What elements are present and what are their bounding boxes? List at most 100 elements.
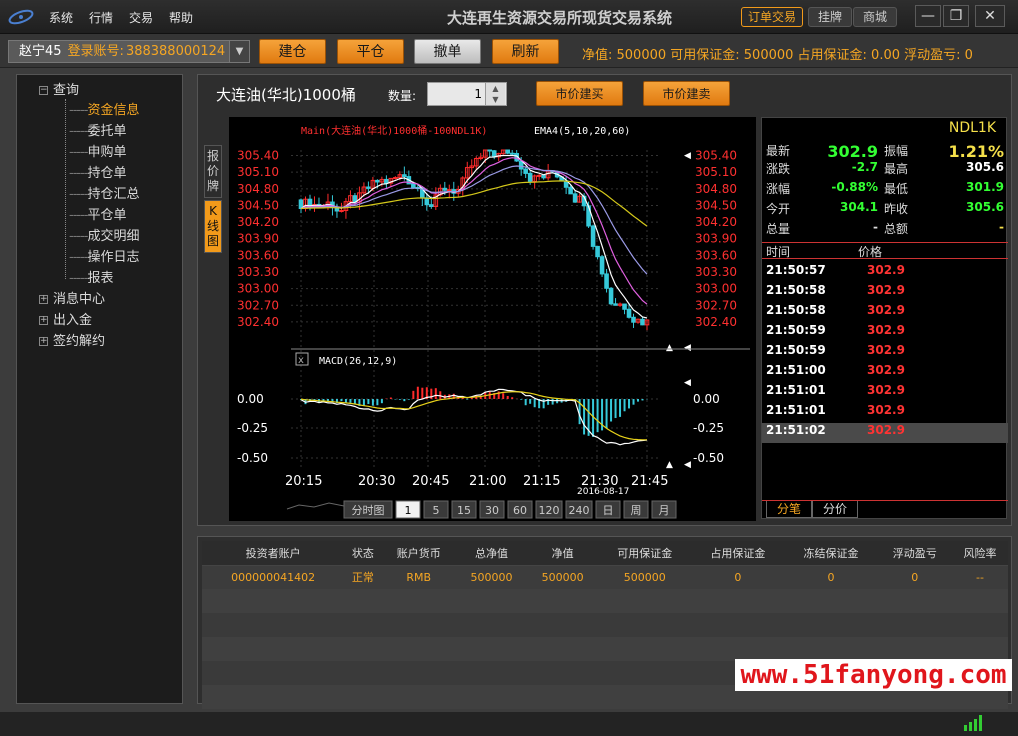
empty-cell <box>202 637 345 661</box>
y-tick-label: 302.70 <box>237 298 279 312</box>
tree-label-query: 查询 <box>53 83 80 98</box>
tick-row[interactable]: 21:50:59 302.9 <box>762 343 1008 363</box>
quote-label: 涨幅 <box>766 182 791 196</box>
table-cell: -- <box>952 565 1008 589</box>
product-title: 大连油(华北)1000桶 <box>216 86 356 104</box>
table-cell: 0 <box>784 565 878 589</box>
column-header[interactable]: 可用保证金 <box>598 541 692 566</box>
account-select[interactable]: 赵宁45 登录账号: 388388000124 ▼ <box>8 40 250 63</box>
market-buy-button[interactable]: 市价建买 <box>536 81 623 106</box>
candle-body <box>541 174 546 179</box>
tick-row[interactable]: 21:50:58 302.9 <box>762 283 1008 303</box>
tab-mall[interactable]: 商城 <box>853 7 897 27</box>
tick-row[interactable]: 21:50:57 302.9 <box>762 263 1008 283</box>
expand-icon[interactable]: + <box>39 337 48 346</box>
cancel-order-button[interactable]: 撤单 <box>414 39 481 64</box>
tick-row[interactable]: 21:50:58 302.9 <box>762 303 1008 323</box>
tree-item-closed[interactable]: -----平仓单 <box>69 204 126 223</box>
tree-node-messages[interactable]: + 消息中心 <box>39 288 105 307</box>
tree-item-op-log[interactable]: -----操作日志 <box>69 246 139 265</box>
quote-value: - <box>999 220 1004 234</box>
empty-cell <box>598 613 692 637</box>
tree-item-purchase[interactable]: -----申购单 <box>69 141 126 160</box>
menu-help[interactable]: 帮助 <box>169 9 193 26</box>
tick-row[interactable]: 21:50:59 302.9 <box>762 323 1008 343</box>
menu-trade[interactable]: 交易 <box>129 9 153 26</box>
candle-body <box>536 174 542 177</box>
column-header[interactable]: 风险率 <box>952 541 1008 566</box>
empty-row <box>202 613 1008 637</box>
empty-cell <box>455 637 528 661</box>
tree-item-report[interactable]: -----报表 <box>69 267 113 286</box>
close-position-button[interactable]: 平仓 <box>337 39 404 64</box>
close-icon[interactable]: ✕ <box>975 5 1005 27</box>
tab-quote-board[interactable]: 报价牌 <box>204 145 222 198</box>
tree-node-deposit[interactable]: + 出入金 <box>39 309 92 328</box>
y-tick-label: 303.30 <box>237 265 279 279</box>
tab-price-dist[interactable]: 分价 <box>812 501 859 518</box>
candle-body <box>604 273 609 289</box>
chevron-down-icon[interactable]: ▼ <box>229 41 249 62</box>
tab-kline[interactable]: K线图 <box>204 200 222 253</box>
candle-body <box>339 210 344 213</box>
menu-quotes[interactable]: 行情 <box>89 9 113 26</box>
empty-cell <box>784 589 878 613</box>
quote-value: 302.9 <box>827 142 878 161</box>
price-marker-icon: ◀ <box>684 151 691 161</box>
column-header[interactable]: 投资者账户 <box>202 541 345 566</box>
column-header[interactable]: 账户货币 <box>381 541 456 566</box>
expand-icon[interactable]: + <box>39 295 48 304</box>
y-tick-label: 304.20 <box>237 215 279 229</box>
tick-time: 21:50:58 <box>766 283 826 297</box>
column-header[interactable]: 占用保证金 <box>691 541 785 566</box>
kline-chart[interactable]: Main(大连油(华北)1000桶-100NDL1K) EMA4(5,10,20,… <box>229 117 756 521</box>
tab-order-trading[interactable]: 订单交易 <box>741 7 803 27</box>
market-sell-button[interactable]: 市价建卖 <box>643 81 730 106</box>
tree-item-trade-detail[interactable]: -----成交明细 <box>69 225 139 244</box>
tree-item-entrust[interactable]: -----委托单 <box>69 120 126 139</box>
tree-node-query[interactable]: − 查询 <box>39 79 79 98</box>
tab-listing[interactable]: 挂牌 <box>808 7 852 27</box>
empty-cell <box>381 637 456 661</box>
collapse-icon[interactable]: − <box>39 86 48 95</box>
quote-label: 今开 <box>766 202 791 216</box>
restore-icon[interactable]: ❐ <box>943 5 969 27</box>
y-tick-label-right: 305.10 <box>695 165 737 179</box>
menu-system[interactable]: 系统 <box>49 9 73 26</box>
tick-price: 302.9 <box>867 363 905 377</box>
candle-body <box>613 303 618 306</box>
quantity-stepper[interactable]: ▲ ▼ <box>485 83 505 105</box>
quote-value: 305.6 <box>966 160 1004 174</box>
tab-ticks[interactable]: 分笔 <box>766 501 813 518</box>
y-tick-label: 304.80 <box>237 182 279 196</box>
macd-scroll-icon: ▲ <box>666 460 673 470</box>
y-tick-label: 302.40 <box>237 315 279 329</box>
table-cell: 500000 <box>598 565 692 589</box>
column-header[interactable]: 总净值 <box>455 541 528 566</box>
column-header[interactable]: 净值 <box>527 541 599 566</box>
quantity-label: 数量: <box>388 89 417 103</box>
tick-row[interactable]: 21:51:01 302.9 <box>762 383 1008 403</box>
app-logo-icon <box>8 9 34 25</box>
tick-row[interactable]: 21:51:01 302.9 <box>762 403 1008 423</box>
scroll-left-icon: ◀ <box>684 343 691 353</box>
refresh-button[interactable]: 刷新 <box>492 39 559 64</box>
empty-cell <box>527 589 599 613</box>
column-header[interactable]: 状态 <box>344 541 382 566</box>
tree-item-fund-info[interactable]: -----资金信息 <box>69 99 139 118</box>
expand-icon[interactable]: + <box>39 316 48 325</box>
tick-row[interactable]: 21:51:02 302.9 <box>762 423 1008 443</box>
scroll-up-icon: ▲ <box>666 343 673 353</box>
tick-price: 302.9 <box>867 383 905 397</box>
table-row[interactable]: 000000041402 正常 RMB 500000 500000 500000 0 0 0 -- <box>202 565 1008 589</box>
tick-row[interactable]: 21:51:00 302.9 <box>762 363 1008 383</box>
tree-node-sign[interactable]: + 签约解约 <box>39 330 105 349</box>
open-position-button[interactable]: 建仓 <box>259 39 326 64</box>
y-tick-label-right: 303.60 <box>695 248 737 262</box>
tree-item-position[interactable]: -----持仓单 <box>69 162 126 181</box>
tree-item-position-summary[interactable]: -----持仓汇总 <box>69 183 139 202</box>
column-header[interactable]: 冻结保证金 <box>784 541 878 566</box>
column-header[interactable]: 浮动盈亏 <box>877 541 953 566</box>
tick-list[interactable]: 21:50:57 302.9 21:50:58 302.9 21:50:58 302.9 2… <box>762 263 1008 443</box>
minimize-icon[interactable]: — <box>915 5 941 27</box>
